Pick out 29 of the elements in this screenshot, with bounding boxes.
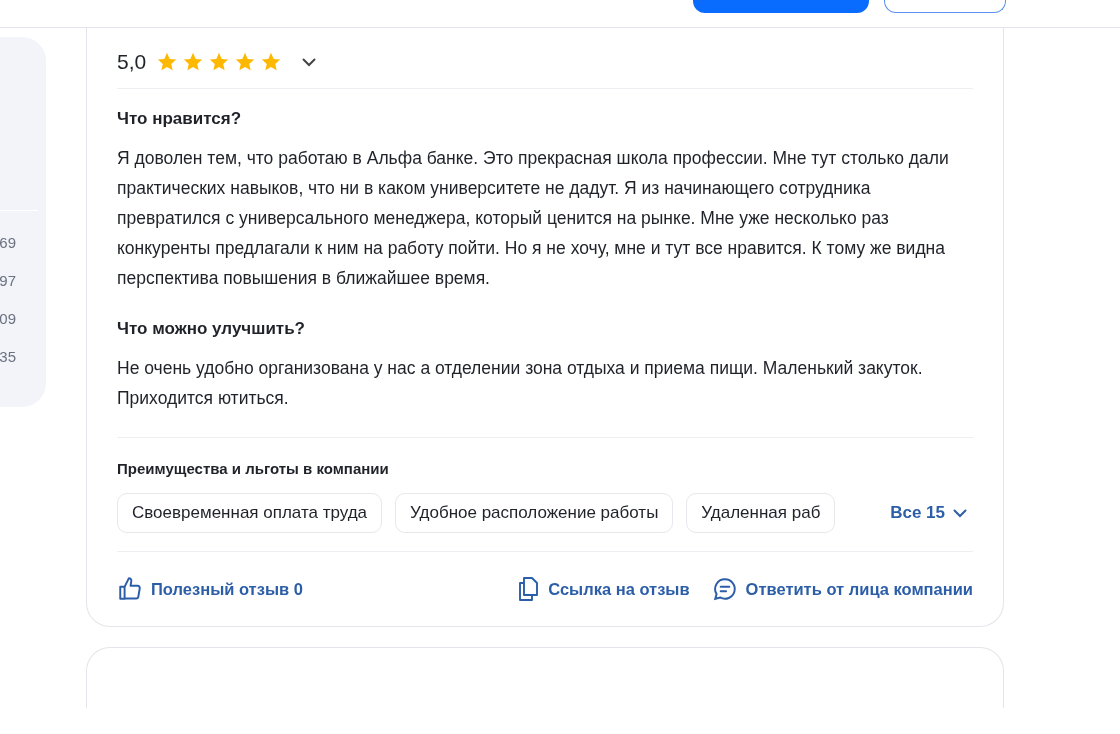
star-icon bbox=[208, 51, 231, 73]
reply-button[interactable]: Ответить от лица компании bbox=[711, 576, 973, 602]
stat-value: 35 bbox=[0, 347, 16, 366]
star-icon bbox=[234, 51, 257, 73]
thumbs-up-icon bbox=[117, 576, 143, 602]
show-all-button[interactable]: Все 15 bbox=[890, 503, 967, 523]
section-heading: Что можно улучшить? bbox=[117, 319, 306, 339]
stat-value: 09 bbox=[0, 309, 16, 328]
star-icon bbox=[182, 51, 205, 73]
chevron-down-icon bbox=[953, 508, 967, 518]
stat-value: 69 bbox=[0, 233, 16, 252]
star-icon bbox=[260, 51, 283, 73]
expand-chevron-icon bbox=[302, 57, 317, 67]
star-icon bbox=[156, 51, 179, 73]
benefit-tag: Удобное расположение работы bbox=[395, 493, 674, 533]
section-heading: Что нравится? bbox=[117, 109, 243, 129]
primary-button[interactable] bbox=[693, 0, 869, 13]
secondary-button[interactable] bbox=[884, 0, 1006, 13]
benefits-title: Преимущества и льготы в компании bbox=[117, 460, 390, 477]
comment-icon bbox=[711, 576, 738, 602]
review-text: Я доволен тем, что работаю в Альфа банке. Это прекрасная школа профессии. Мне тут столько дали практических навыков, что ни в каком университете не дадут. Я из начинающего сотрудника превратился с универсального менеджера, который ценится на рынке. Мне уже несколько раз конкуренты предлагали к ним на работу пойти. Но я не хочу, мне и тут все нравится. К тому же видна перспектива повышения в ближайшее время. bbox=[117, 147, 950, 290]
helpful-button[interactable]: Полезный отзыв 0 bbox=[117, 576, 303, 602]
copy-icon bbox=[516, 576, 541, 602]
copy-link-button[interactable]: Ссылка на отзыв bbox=[516, 576, 690, 602]
review-text: Не очень удобно организована у нас а отделении зона отдыха и приема пищи. Маленький закуток. Приходится ютиться. bbox=[117, 357, 924, 410]
benefit-tag: Удаленная раб bbox=[686, 493, 836, 533]
rating-score: 5,0 bbox=[117, 50, 147, 74]
stat-value: 97 bbox=[0, 271, 16, 290]
benefit-tag: Своевременная оплата труда bbox=[117, 493, 383, 533]
